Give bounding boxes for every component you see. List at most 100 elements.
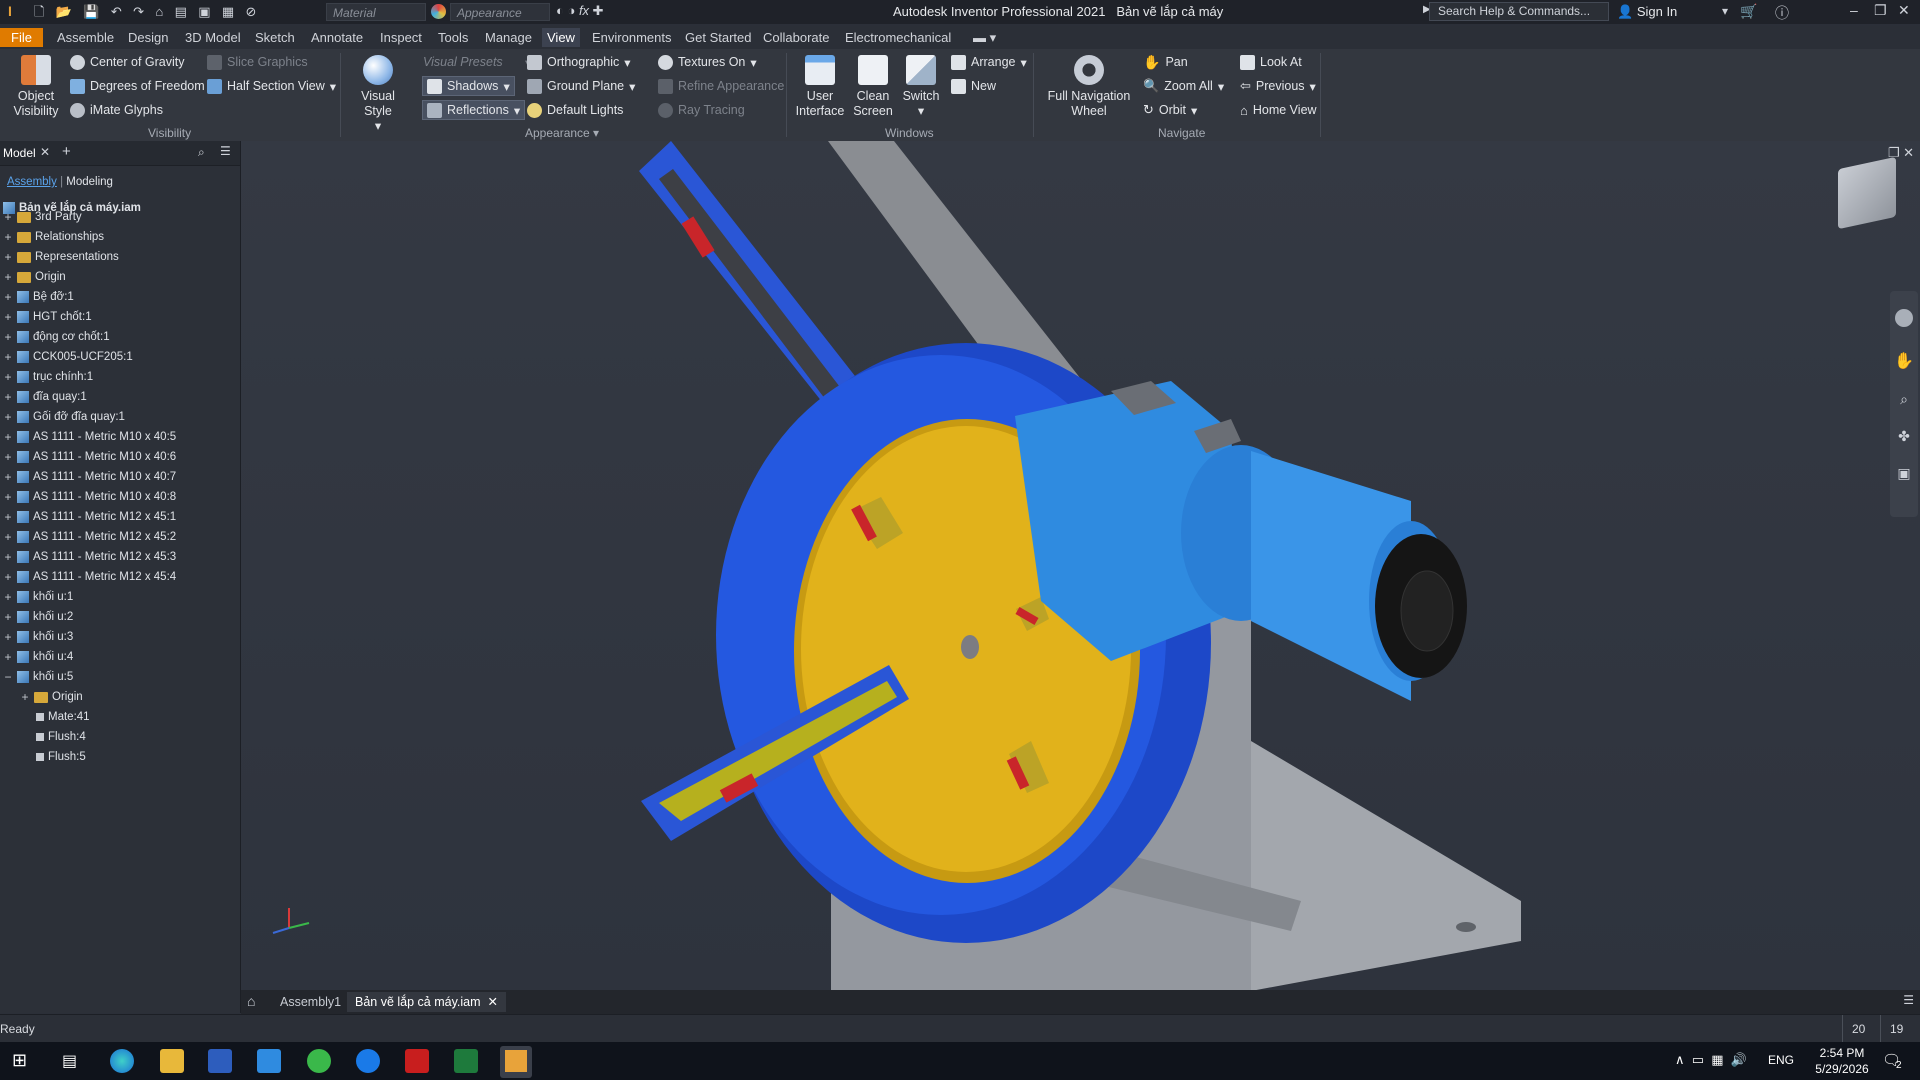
tree-item[interactable]: + động cơ chốt:1 (3, 328, 109, 346)
tab-design[interactable]: Design (123, 28, 173, 47)
tree-item[interactable]: + AS 1111 - Metric M12 x 45:3 (3, 548, 176, 566)
tab-get-started[interactable]: Get Started (680, 28, 756, 47)
language-indicator[interactable]: ENG (1768, 1053, 1794, 1067)
clock[interactable]: 2:54 PM 5/29/2026 (1812, 1045, 1872, 1077)
ground-plane-button[interactable]: Ground Plane ▾ (527, 76, 635, 96)
tree-child-item[interactable]: Flush:4 (36, 728, 86, 746)
expand-icon[interactable]: + (3, 488, 13, 506)
tree-item[interactable]: + AS 1111 - Metric M10 x 40:7 (3, 468, 176, 486)
menu-icon[interactable]: ☰ (1903, 993, 1914, 1007)
tree-item[interactable]: + AS 1111 - Metric M12 x 45:4 (3, 568, 176, 586)
app-icon[interactable] (307, 1049, 331, 1073)
3d-viewport[interactable]: ❐ ✕ ✋ ⌕ ✤ ▣ (241, 141, 1920, 992)
orthographic-button[interactable]: Orthographic ▾ (527, 52, 631, 72)
inventor-taskbar-button[interactable] (500, 1046, 532, 1078)
tab-sketch[interactable]: Sketch (250, 28, 300, 47)
new-file-icon[interactable]: 🗋 (34, 3, 44, 25)
zoom-icon[interactable]: ⌕ (1890, 391, 1918, 408)
arrange-button[interactable]: Arrange ▾ (951, 52, 1027, 72)
material-dropdown[interactable]: Material (326, 3, 426, 21)
expand-icon[interactable]: + (3, 648, 13, 666)
sign-in-button[interactable]: 👤 Sign In (1617, 4, 1677, 20)
expand-icon[interactable]: + (3, 448, 13, 466)
look-at-icon[interactable]: ▣ (1890, 465, 1918, 482)
tab-assembly[interactable]: Assembly (7, 176, 57, 188)
center-of-gravity-button[interactable]: Center of Gravity (70, 52, 184, 72)
select-icon[interactable]: ▣ (198, 4, 210, 20)
excel-icon[interactable] (454, 1049, 478, 1073)
pan-button[interactable]: ✋ Pan (1143, 52, 1188, 72)
switch-button[interactable]: Switch ▾ (898, 55, 944, 119)
tab-annotate[interactable]: Annotate (306, 28, 368, 47)
doc-tab-assembly1[interactable]: Assembly1 (272, 992, 349, 1012)
zoom-all-button[interactable]: 🔍 Zoom All ▾ (1143, 76, 1224, 96)
tree-child-item[interactable]: Mate:41 (36, 708, 90, 726)
tab-collaborate[interactable]: Collaborate (758, 28, 835, 47)
expand-icon[interactable]: + (3, 388, 13, 406)
refine-appearance-button[interactable]: Refine Appearance (658, 76, 784, 96)
tree-item[interactable]: + AS 1111 - Metric M12 x 45:2 (3, 528, 176, 546)
tab-extra-dropdown[interactable]: ▬ ▾ (968, 28, 1001, 47)
tree-child-item[interactable]: Flush:5 (36, 748, 86, 766)
formula-icon[interactable]: ◐ ◑ fx ✚ (556, 3, 604, 19)
maximize-icon[interactable]: ❐ (1888, 145, 1900, 160)
add-tab-icon[interactable]: + (62, 143, 71, 160)
cart-icon[interactable]: 🛒 (1740, 3, 1757, 20)
expand-icon[interactable]: + (3, 208, 13, 226)
tab-environments[interactable]: Environments (587, 28, 676, 47)
steering-wheel-icon[interactable] (1895, 309, 1913, 327)
tab-model[interactable]: Model (3, 146, 36, 160)
tab-3d-model[interactable]: 3D Model (180, 28, 246, 47)
expand-icon[interactable]: + (3, 508, 13, 526)
tree-item[interactable]: + trục chính:1 (3, 368, 93, 386)
previous-view-button[interactable]: ⇦ Previous ▾ (1240, 76, 1316, 96)
tree-item[interactable]: +3rd Party (3, 208, 81, 226)
tree-item[interactable]: + Bệ đỡ:1 (3, 288, 73, 306)
shadows-button[interactable]: Shadows ▾ (422, 76, 515, 96)
expand-icon[interactable]: + (3, 248, 13, 266)
visual-style-button[interactable]: Visual Style ▾ (348, 55, 408, 134)
save-icon[interactable]: 💾 (83, 4, 99, 20)
open-icon[interactable]: 📂 (56, 4, 72, 20)
tree-item[interactable]: + Gối đỡ đĩa quay:1 (3, 408, 124, 426)
search-icon[interactable]: ⌕ (198, 145, 205, 160)
default-lights-dropdown[interactable]: Default Lights ▾ (527, 100, 666, 120)
orbit-button[interactable]: ↻ Orbit ▾ (1143, 100, 1197, 120)
expand-icon[interactable]: + (3, 408, 13, 426)
tree-child-item[interactable]: + Origin (20, 688, 82, 706)
look-at-button[interactable]: Look At (1240, 52, 1302, 72)
reflections-button[interactable]: Reflections ▾ (422, 100, 526, 120)
file-explorer-icon[interactable] (160, 1049, 184, 1073)
pan-hand-icon[interactable]: ✋ (1890, 351, 1918, 371)
mail-icon[interactable] (257, 1049, 281, 1073)
expand-icon[interactable]: + (3, 348, 13, 366)
tree-item[interactable]: + AS 1111 - Metric M10 x 40:6 (3, 448, 176, 466)
redo-icon[interactable]: ↷ (133, 4, 144, 20)
system-tray-icons[interactable]: ∧ ▭ ▦ 🔊 (1675, 1052, 1747, 1068)
store-icon[interactable] (208, 1049, 232, 1073)
no-icon[interactable]: ⊘ (245, 4, 256, 20)
expand-icon[interactable]: + (3, 328, 13, 346)
tab-view[interactable]: View (542, 28, 580, 47)
degrees-of-freedom-button[interactable]: Degrees of Freedom (70, 76, 205, 96)
tree-item[interactable]: + đĩa quay:1 (3, 388, 86, 406)
undo-icon[interactable]: ↶ (111, 4, 122, 20)
tree-item[interactable]: + HGT chốt:1 (3, 308, 91, 326)
tree-item[interactable]: + CCK005-UCF205:1 (3, 348, 132, 366)
expand-icon[interactable]: + (3, 368, 13, 386)
close-icon[interactable]: ✕ (1903, 145, 1914, 160)
imate-glyphs-button[interactable]: iMate Glyphs (70, 100, 163, 120)
object-visibility-button[interactable]: Object Visibility (10, 55, 62, 119)
dropdown-icon[interactable]: ▾ (1722, 4, 1728, 18)
tree-item[interactable]: + Representations (3, 248, 118, 266)
tab-inspect[interactable]: Inspect (375, 28, 427, 47)
tab-modeling[interactable]: Modeling (66, 176, 113, 188)
tree-item[interactable]: + khối u:1 (3, 588, 73, 606)
expand-icon[interactable]: + (3, 468, 13, 486)
task-view-icon[interactable]: ▤ (62, 1051, 77, 1071)
appearance-dropdown[interactable]: Appearance (450, 3, 550, 21)
tree-item[interactable]: + khối u:2 (3, 608, 73, 626)
visual-presets-dropdown[interactable]: Visual Presets ▾ (423, 52, 531, 72)
minimize-icon[interactable]: – (1850, 2, 1858, 18)
restore-icon[interactable]: ❐ (1874, 2, 1887, 19)
